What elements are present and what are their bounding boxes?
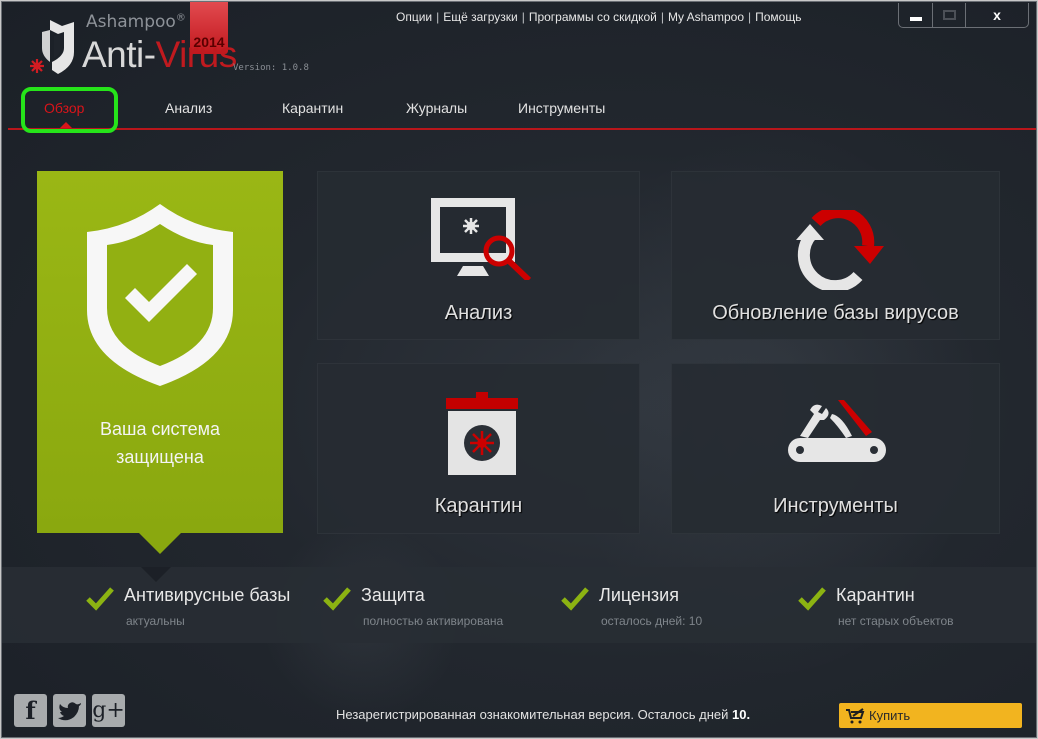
- google-plus-glyph: g+: [92, 698, 125, 723]
- protection-status-tile: Ваша система защищена: [37, 171, 283, 554]
- trial-text: Незарегистрированная ознакомительная вер…: [336, 707, 732, 722]
- tile-update-label: Обновление базы вирусов: [712, 302, 959, 324]
- version-label: Version: 1.0.8: [233, 63, 309, 73]
- link-discounted-programs[interactable]: Программы со скидкой: [529, 10, 657, 24]
- status-subtitle: нет старых объектов: [838, 614, 954, 628]
- check-icon: [798, 587, 826, 611]
- tile-update-virus-db[interactable]: Обновление базы вирусов: [671, 171, 1000, 340]
- protection-status-text: Ваша система защищена: [37, 415, 283, 471]
- highlight-annotation: [21, 87, 118, 133]
- top-links: Опции | Ещё загрузки | Программы со скидко…: [396, 10, 802, 24]
- status-title: Лицензия: [599, 585, 679, 605]
- tile-pointer: [138, 532, 182, 554]
- refresh-icon: [796, 210, 884, 290]
- facebook-icon[interactable]: f: [14, 694, 47, 727]
- swiss-knife-icon: [788, 400, 886, 462]
- maximize-button[interactable]: [933, 3, 966, 27]
- product-name: Anti-Virus: [82, 34, 237, 75]
- twitter-icon[interactable]: [53, 694, 86, 727]
- trial-days-left: 10.: [731, 707, 751, 722]
- tab-logs[interactable]: Журналы: [406, 100, 467, 116]
- check-icon: [86, 587, 114, 611]
- app-window: Ashampoo® 2014 Anti-Virus Version: 1.0.8…: [1, 1, 1037, 738]
- link-options[interactable]: Опции: [396, 10, 432, 24]
- status-title: Карантин: [836, 585, 915, 605]
- tile-tools[interactable]: Инструменты: [671, 363, 1000, 534]
- tab-analysis[interactable]: Анализ: [165, 100, 212, 116]
- tile-quarantine-label: Карантин: [434, 495, 523, 517]
- tile-analysis[interactable]: Анализ: [317, 171, 640, 340]
- check-icon: [561, 587, 589, 611]
- link-my-ashampoo[interactable]: My Ashampoo: [668, 10, 744, 24]
- cart-icon: [846, 707, 865, 723]
- brand-name: Ashampoo®: [86, 12, 186, 32]
- status-subtitle: актуальны: [126, 614, 185, 628]
- strip-notch: [141, 567, 171, 582]
- status-line-1: Ваша система: [100, 419, 220, 439]
- monitor-scan-icon: [431, 198, 532, 280]
- twitter-bird-icon: [57, 701, 81, 720]
- tile-analysis-label: Анализ: [444, 302, 513, 324]
- maximize-icon: [942, 10, 956, 20]
- check-icon: [323, 587, 351, 611]
- logo-shield-icon: [30, 20, 74, 74]
- facebook-glyph: f: [25, 696, 36, 725]
- minimize-icon: [909, 17, 922, 21]
- buy-button[interactable]: Купить: [839, 703, 1022, 728]
- nav-divider: [8, 128, 1036, 130]
- main-nav: Обзор Анализ Карантин Журналы Инструмент…: [2, 94, 1036, 130]
- minimize-button[interactable]: [899, 3, 933, 27]
- buy-label: Купить: [869, 708, 911, 723]
- trial-notice: Незарегистрированная ознакомительная вер…: [336, 707, 750, 722]
- status-title: Защита: [361, 585, 425, 605]
- tab-quarantine[interactable]: Карантин: [282, 100, 343, 116]
- status-subtitle: полностью активирована: [363, 614, 504, 628]
- shield-check-icon: [87, 204, 233, 386]
- status-line-2: защищена: [116, 447, 204, 467]
- status-strip: Антивирусные базы актуальны Защита полно…: [2, 567, 1036, 643]
- tab-tools[interactable]: Инструменты: [518, 100, 605, 116]
- google-plus-icon[interactable]: g+: [92, 694, 125, 727]
- link-more-downloads[interactable]: Ещё загрузки: [443, 10, 517, 24]
- quarantine-box-icon: [446, 392, 518, 475]
- status-title: Антивирусные базы: [124, 585, 291, 605]
- status-subtitle: осталось дней: 10: [601, 614, 703, 628]
- tile-tools-label: Инструменты: [773, 495, 898, 517]
- app-logo: Ashampoo® 2014 Anti-Virus Version: 1.0.8: [14, 2, 314, 88]
- tile-quarantine[interactable]: Карантин: [317, 363, 640, 534]
- social-links: f g+: [14, 694, 125, 727]
- window-controls: x: [898, 3, 1029, 28]
- close-button[interactable]: x: [966, 3, 1028, 27]
- close-icon: x: [993, 7, 1001, 23]
- link-help[interactable]: Помощь: [755, 10, 801, 24]
